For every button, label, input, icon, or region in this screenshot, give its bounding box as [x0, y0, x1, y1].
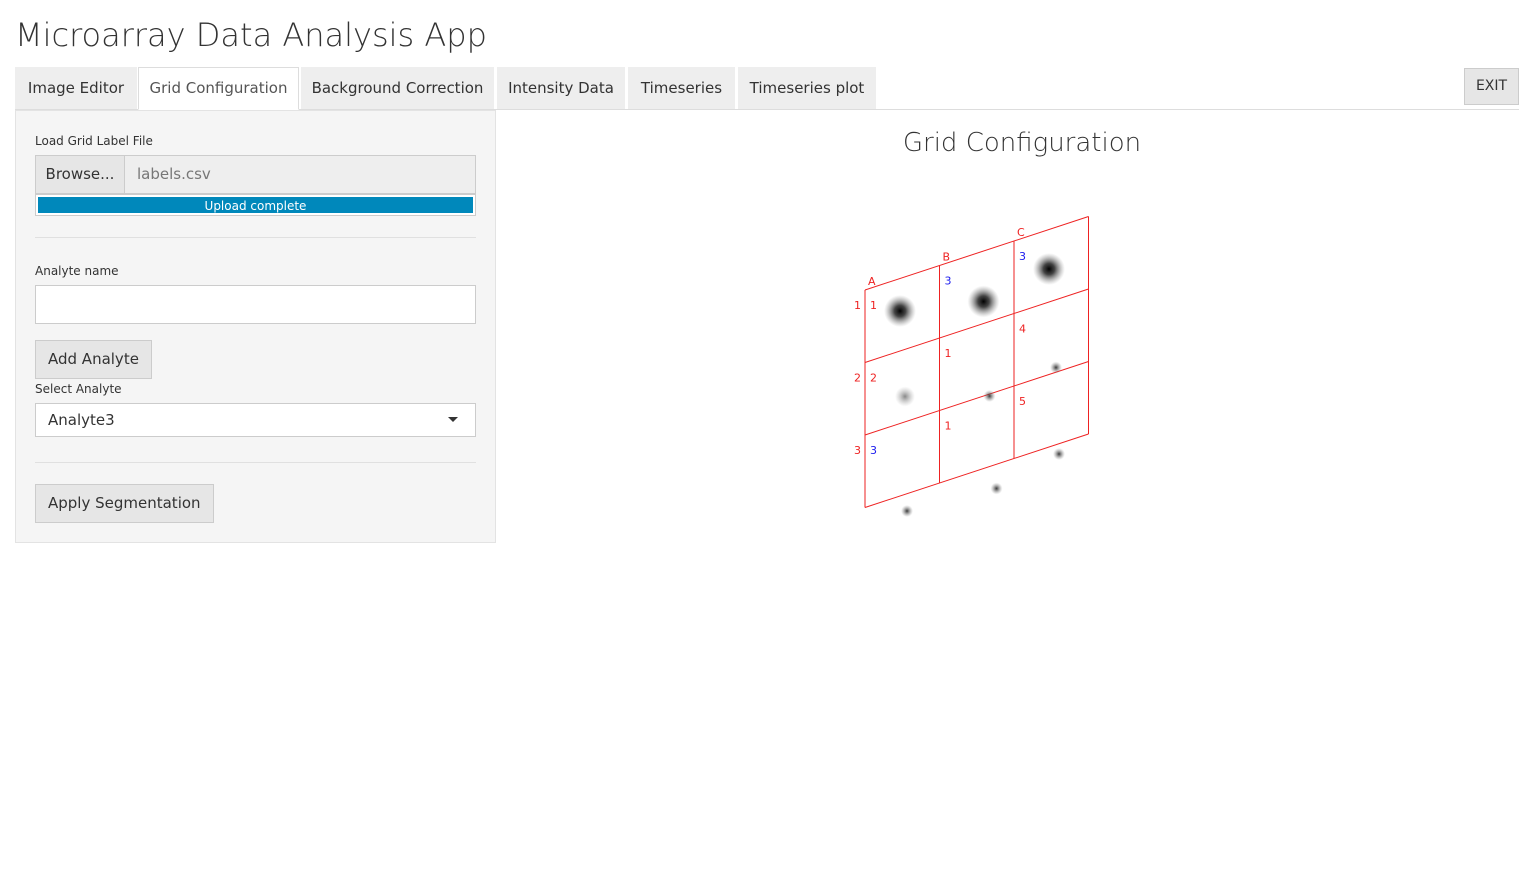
cell-label: 5	[1019, 395, 1026, 408]
app-title: Microarray Data Analysis App	[15, 16, 487, 54]
tab-intensity-data[interactable]: Intensity Data	[497, 67, 625, 109]
main-title: Grid Configuration	[902, 128, 1142, 158]
add-analyte-button[interactable]: Add Analyte	[35, 340, 152, 379]
column-label: C	[1017, 226, 1025, 239]
microarray-spot	[884, 295, 916, 327]
analyte-name-input[interactable]	[35, 285, 476, 324]
microarray-spot	[983, 390, 996, 402]
row-label: 2	[854, 372, 861, 385]
microarray-spot	[990, 482, 1003, 495]
select-analyte-value: Analyte3	[48, 411, 115, 429]
tab-image-editor[interactable]: Image Editor	[15, 67, 137, 109]
apply-segmentation-button[interactable]: Apply Segmentation	[35, 484, 214, 523]
tab-bar: Image Editor Grid Configuration Backgrou…	[15, 67, 1519, 110]
grid-label-file-label: Load Grid Label File	[35, 134, 153, 148]
grid-plot: ABC123133214315	[854, 216, 1089, 517]
sidebar-panel: Load Grid Label File Browse... labels.cs…	[15, 110, 496, 543]
grid-line	[864, 433, 1089, 508]
microarray-spot	[1053, 448, 1065, 460]
cell-label: 4	[1019, 323, 1026, 336]
row-label: 1	[854, 299, 861, 312]
cell-label: 2	[870, 372, 877, 385]
cell-label: 3	[870, 444, 877, 457]
row-label: 3	[854, 444, 861, 457]
cell-label: 1	[945, 347, 952, 360]
column-label: A	[868, 275, 876, 288]
analyte-name-label: Analyte name	[35, 264, 119, 278]
select-analyte-dropdown[interactable]: Analyte3	[35, 403, 476, 437]
file-name-display: labels.csv	[124, 155, 476, 194]
column-label: B	[943, 251, 951, 264]
tab-background-correction[interactable]: Background Correction	[301, 67, 494, 109]
cell-label: 1	[870, 299, 877, 312]
divider	[35, 462, 476, 463]
microarray-spot	[1033, 253, 1065, 285]
tab-timeseries-plot[interactable]: Timeseries plot	[738, 67, 876, 109]
chevron-down-icon	[448, 417, 458, 422]
upload-progress-bar: Upload complete	[38, 197, 473, 213]
microarray-spot	[901, 505, 913, 517]
divider	[35, 237, 476, 238]
cell-label: 3	[945, 275, 952, 288]
microarray-spot	[895, 386, 915, 407]
browse-button[interactable]: Browse...	[35, 155, 125, 194]
file-input-group: Browse... labels.csv	[35, 155, 476, 194]
select-analyte-label: Select Analyte	[35, 382, 122, 396]
cell-label: 3	[1019, 250, 1026, 263]
tab-grid-configuration[interactable]: Grid Configuration	[138, 67, 299, 110]
microarray-spot	[967, 285, 1000, 318]
tab-timeseries[interactable]: Timeseries	[628, 67, 735, 109]
cell-label: 1	[945, 420, 952, 433]
microarray-spot	[1050, 361, 1062, 374]
upload-progress: Upload complete	[35, 194, 476, 216]
exit-button[interactable]: EXIT	[1464, 68, 1519, 105]
